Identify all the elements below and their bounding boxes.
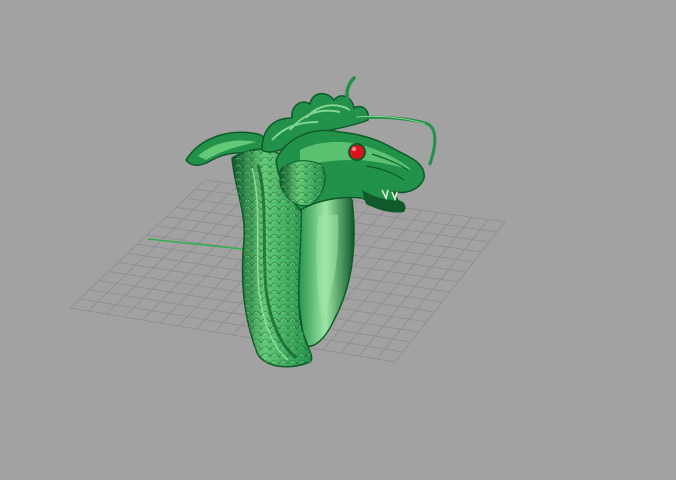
dragon-eye: [348, 143, 366, 161]
viewport-canvas[interactable]: [0, 0, 676, 480]
eye-glint: [351, 146, 357, 152]
3d-viewport[interactable]: [0, 0, 676, 480]
